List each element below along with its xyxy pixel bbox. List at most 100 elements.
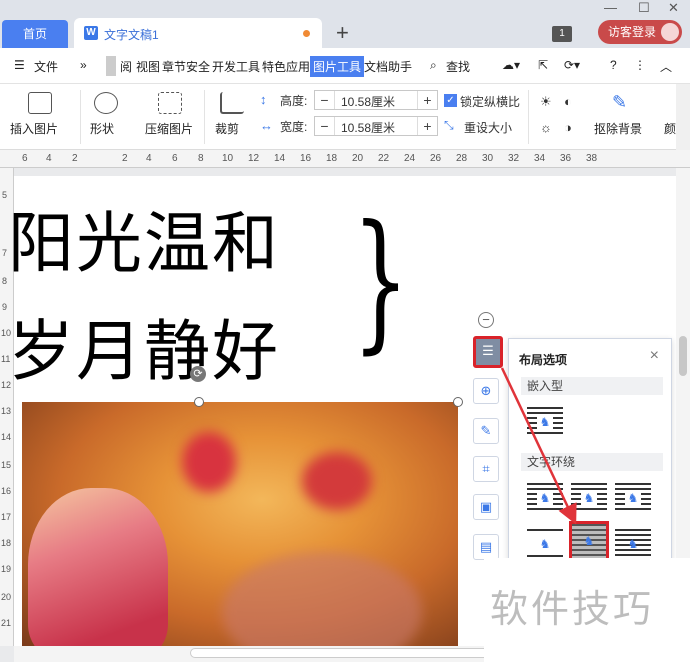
color-button[interactable]: 颜 <box>664 120 676 137</box>
collapse-tools-icon[interactable]: − <box>478 312 494 328</box>
insert-picture-button[interactable]: 插入图片 <box>10 120 58 137</box>
ruler-tick: 6 <box>172 153 178 164</box>
ruler-tick: 14 <box>274 153 286 164</box>
lock-ratio-checkbox[interactable]: ✓ <box>444 94 457 107</box>
cloud-icon[interactable]: ☁▾ <box>502 58 520 72</box>
menu-security[interactable]: 安全 <box>186 58 210 75</box>
ruler-tick: 26 <box>430 153 442 164</box>
top-bottom-wrap-option[interactable]: ♞ <box>527 529 563 559</box>
brightness-down-icon[interactable]: ☼ <box>540 120 552 135</box>
menu-bar: ☰ 文件 » 阅 视图 章节 安全 开发工具 特色应用 图片工具 文档助手 ⌕ … <box>0 48 690 84</box>
tulip-flower <box>28 488 168 646</box>
ruler-tick: 2 <box>122 153 128 164</box>
crop-button[interactable]: 裁剪 <box>215 120 239 137</box>
tight-wrap-option[interactable]: ♞ <box>571 483 607 513</box>
contrast-up-icon[interactable]: ◐ <box>564 94 572 109</box>
crop-picture-icon[interactable]: ⌗ <box>473 456 499 482</box>
inline-section-header: 嵌入型 <box>521 377 663 395</box>
lock-ratio-label[interactable]: 锁定纵横比 <box>460 93 520 110</box>
ruler-tick: 18 <box>326 153 338 164</box>
compress-picture-icon[interactable] <box>158 92 182 114</box>
height-value[interactable]: 10.58厘米 <box>341 93 395 110</box>
in-front-of-text-option[interactable]: ♞ <box>615 529 651 559</box>
more-options-icon[interactable]: ⋮ <box>634 58 646 72</box>
maximize-icon[interactable]: ☐ <box>638 0 650 16</box>
picture-figure-icon: ♞ <box>537 416 553 429</box>
zoom-picture-icon[interactable]: ⊕ <box>473 378 499 404</box>
ribbon-toolbar: 插入图片 形状 压缩图片 裁剪 ↕ 高度: − 10.58厘米 + ↔ 宽度: … <box>0 84 690 150</box>
picture-effect-icon[interactable]: ▣ <box>473 494 499 520</box>
tab-document[interactable]: W 文字文稿1 <box>74 18 322 48</box>
ribbon-scroll[interactable] <box>676 84 690 150</box>
width-increment-icon[interactable]: + <box>417 117 437 135</box>
compress-picture-button[interactable]: 压缩图片 <box>145 120 193 137</box>
edit-picture-icon[interactable]: ✎ <box>473 418 499 444</box>
menu-scroll-left-icon[interactable] <box>106 56 116 76</box>
more-menus-icon[interactable]: » <box>80 58 87 72</box>
menu-dev-tools[interactable]: 开发工具 <box>212 58 260 75</box>
minimize-icon[interactable]: — <box>604 0 617 15</box>
height-stepper[interactable]: − 10.58厘米 + <box>314 90 438 110</box>
ruler-tick: 19 <box>1 564 12 574</box>
brace-symbol[interactable]: } <box>352 206 409 356</box>
rotate-handle-icon[interactable]: ⟳ <box>190 366 206 382</box>
width-decrement-icon[interactable]: − <box>315 117 335 135</box>
share-icon[interactable]: ⇱ <box>538 58 548 72</box>
close-panel-icon[interactable]: × <box>650 347 659 365</box>
menu-chapter[interactable]: 章节 <box>162 58 186 75</box>
menu-picture-tools[interactable]: 图片工具 <box>310 56 365 77</box>
menu-view[interactable]: 视图 <box>136 58 160 75</box>
collapse-ribbon-icon[interactable]: ︿ <box>660 58 672 75</box>
menu-doc-assistant[interactable]: 文档助手 <box>364 58 412 75</box>
ruler-tick: 15 <box>1 460 12 470</box>
flower-bokeh <box>302 452 372 510</box>
doc-text-line-2[interactable]: 岁月静好 <box>8 298 280 394</box>
menu-file[interactable]: 文件 <box>34 58 58 75</box>
vertical-scroll-thumb[interactable] <box>679 336 687 376</box>
shape-button[interactable]: 形状 <box>90 120 114 137</box>
width-value[interactable]: 10.58厘米 <box>341 119 395 136</box>
menu-review[interactable]: 阅 <box>120 58 132 75</box>
guest-login-button[interactable]: 访客登录 <box>598 20 682 44</box>
help-icon[interactable]: ? <box>610 58 617 72</box>
close-window-icon[interactable]: ✕ <box>668 0 679 16</box>
new-tab-button[interactable]: + <box>336 20 349 46</box>
extract-text-icon[interactable]: ▤ <box>473 534 499 560</box>
menu-special-apps[interactable]: 特色应用 <box>262 58 310 75</box>
brightness-up-icon[interactable]: ☀ <box>540 94 552 110</box>
layout-options-button[interactable]: ☰ <box>473 336 503 368</box>
reset-size-icon[interactable]: ⤡ <box>444 118 454 133</box>
resize-handle-top-right[interactable] <box>453 397 463 407</box>
width-icon: ↔ <box>260 118 273 133</box>
selected-picture-tulip[interactable] <box>22 402 458 646</box>
unsaved-dot-icon <box>303 30 310 37</box>
contrast-down-icon[interactable]: ◑ <box>564 120 572 135</box>
ruler-tick: 7 <box>2 248 8 258</box>
behind-text-option[interactable]: ♞ <box>569 521 609 561</box>
square-wrap-option[interactable]: ♞ <box>527 483 563 513</box>
width-stepper[interactable]: − 10.58厘米 + <box>314 116 438 136</box>
remove-background-button[interactable]: 抠除背景 <box>594 120 642 137</box>
menu-search[interactable]: 查找 <box>446 58 470 75</box>
crop-icon[interactable] <box>220 92 244 114</box>
watermark-text: 软件技巧 <box>490 587 655 631</box>
insert-picture-icon[interactable] <box>28 92 52 114</box>
sync-icon[interactable]: ⟳▾ <box>564 58 580 72</box>
horizontal-ruler: 6 4 2 2 4 6 8 10 12 14 16 18 20 22 24 26… <box>0 150 690 168</box>
inline-wrap-option[interactable]: ♞ <box>527 407 563 437</box>
doc-text-line-1[interactable]: 阳光温和 <box>8 190 280 286</box>
search-icon[interactable]: ⌕ <box>430 58 437 73</box>
reset-size-button[interactable]: 重设大小 <box>464 119 512 136</box>
shape-icon[interactable] <box>94 92 118 114</box>
window-count-badge[interactable]: 1 <box>552 26 572 42</box>
through-wrap-option[interactable]: ♞ <box>615 483 651 513</box>
horizontal-scroll-thumb[interactable] <box>190 648 500 658</box>
hamburger-icon[interactable]: ☰ <box>14 58 25 72</box>
tab-home[interactable]: 首页 <box>2 20 68 48</box>
resize-handle-top[interactable] <box>194 397 204 407</box>
height-decrement-icon[interactable]: − <box>315 91 335 109</box>
height-increment-icon[interactable]: + <box>417 91 437 109</box>
ruler-tick: 18 <box>1 538 12 548</box>
remove-background-icon[interactable]: ✎ <box>612 92 636 114</box>
height-icon: ↕ <box>260 92 267 107</box>
